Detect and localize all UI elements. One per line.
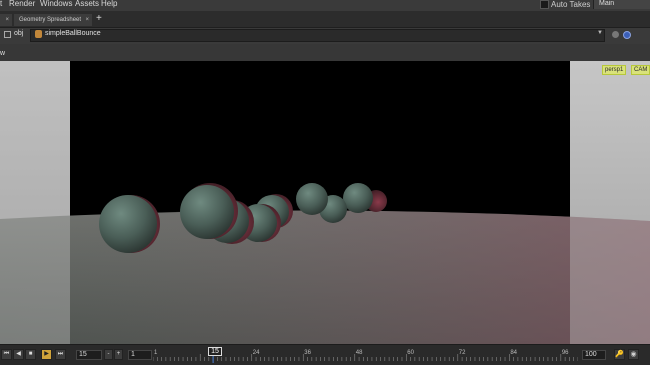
ball [180,185,234,239]
menu-edit[interactable]: t [0,0,2,8]
viewer-label: w [0,50,6,57]
pane-tab-bar: × Geometry Spreadsheet × + [0,11,650,28]
step-back-icon[interactable]: ◀ [13,349,24,360]
menu-help[interactable]: Help [101,0,117,8]
play-icon[interactable]: ▶ [41,349,52,360]
help-icon[interactable] [623,31,631,39]
scene-viewport[interactable]: persp1 CAM [0,61,650,344]
menu-assets[interactable]: Assets [75,0,99,8]
frame-increment-icon[interactable]: + [114,349,123,360]
ground-plane-tint [0,210,650,344]
close-icon[interactable]: × [85,14,89,26]
ruler-tick-label: 48 [356,350,363,356]
frame-decrement-icon[interactable]: - [104,349,113,360]
timeline-ruler[interactable]: 1 24 36 48 60 72 84 96 15 [153,347,578,363]
viewer-toolbar [0,44,650,62]
auto-takes-checkbox[interactable] [540,0,549,9]
ruler-tick-label: 72 [459,350,466,356]
path-field[interactable] [30,29,605,42]
end-frame-field[interactable]: 100 [582,350,606,360]
ruler-tick-label: 24 [253,350,260,356]
ruler-tick-label: 84 [510,350,517,356]
menu-windows[interactable]: Windows [40,0,72,8]
ball [99,195,157,253]
ruler-tick-label: 60 [407,350,414,356]
auto-takes-label: Auto Takes [551,0,591,9]
key-icon[interactable]: 🔑 [614,349,625,360]
cam-menu[interactable]: CAM [631,65,650,75]
current-frame-field[interactable]: 15 [76,350,102,360]
ruler-tick-label: 1 [154,350,158,356]
gate-overlay-right [570,61,650,344]
tab-partial[interactable]: × [0,14,12,26]
pin-icon[interactable] [612,31,619,38]
path-context[interactable]: obj [14,30,23,37]
ruler-tick-label: 96 [562,350,569,356]
start-frame-field[interactable]: 1 [128,350,152,360]
chevron-down-icon[interactable]: ▼ [597,30,603,36]
tab-label: Geometry Spreadsheet [19,17,82,23]
current-frame-marker[interactable]: 15 [208,347,222,356]
snap-icon[interactable]: ◉ [628,349,639,360]
ball [343,183,373,213]
tab-geometry-spreadsheet[interactable]: Geometry Spreadsheet × [14,14,92,26]
menu-render[interactable]: Render [9,0,35,8]
object-node-icon [35,30,42,38]
gate-overlay-left [0,61,70,344]
stop-icon[interactable]: ■ [25,349,36,360]
ball [296,183,328,215]
add-tab-icon[interactable]: + [96,14,102,24]
ruler-tick-label: 36 [304,350,311,356]
jump-end-icon[interactable]: ⏭ [55,349,66,360]
network-icon[interactable] [4,31,11,38]
close-icon[interactable]: × [5,14,9,26]
jump-start-icon[interactable]: ⏮ [1,349,12,360]
desktop-selector[interactable]: Main [593,0,650,9]
camera-menu[interactable]: persp1 [602,65,627,75]
playbar: ⏮ ◀ ■ ▶ ⏭ 15 - + 1 1 24 36 48 60 72 84 96 15 10… [0,344,650,365]
scene-render [0,61,650,344]
path-node[interactable]: simpleBallBounce [45,30,101,37]
